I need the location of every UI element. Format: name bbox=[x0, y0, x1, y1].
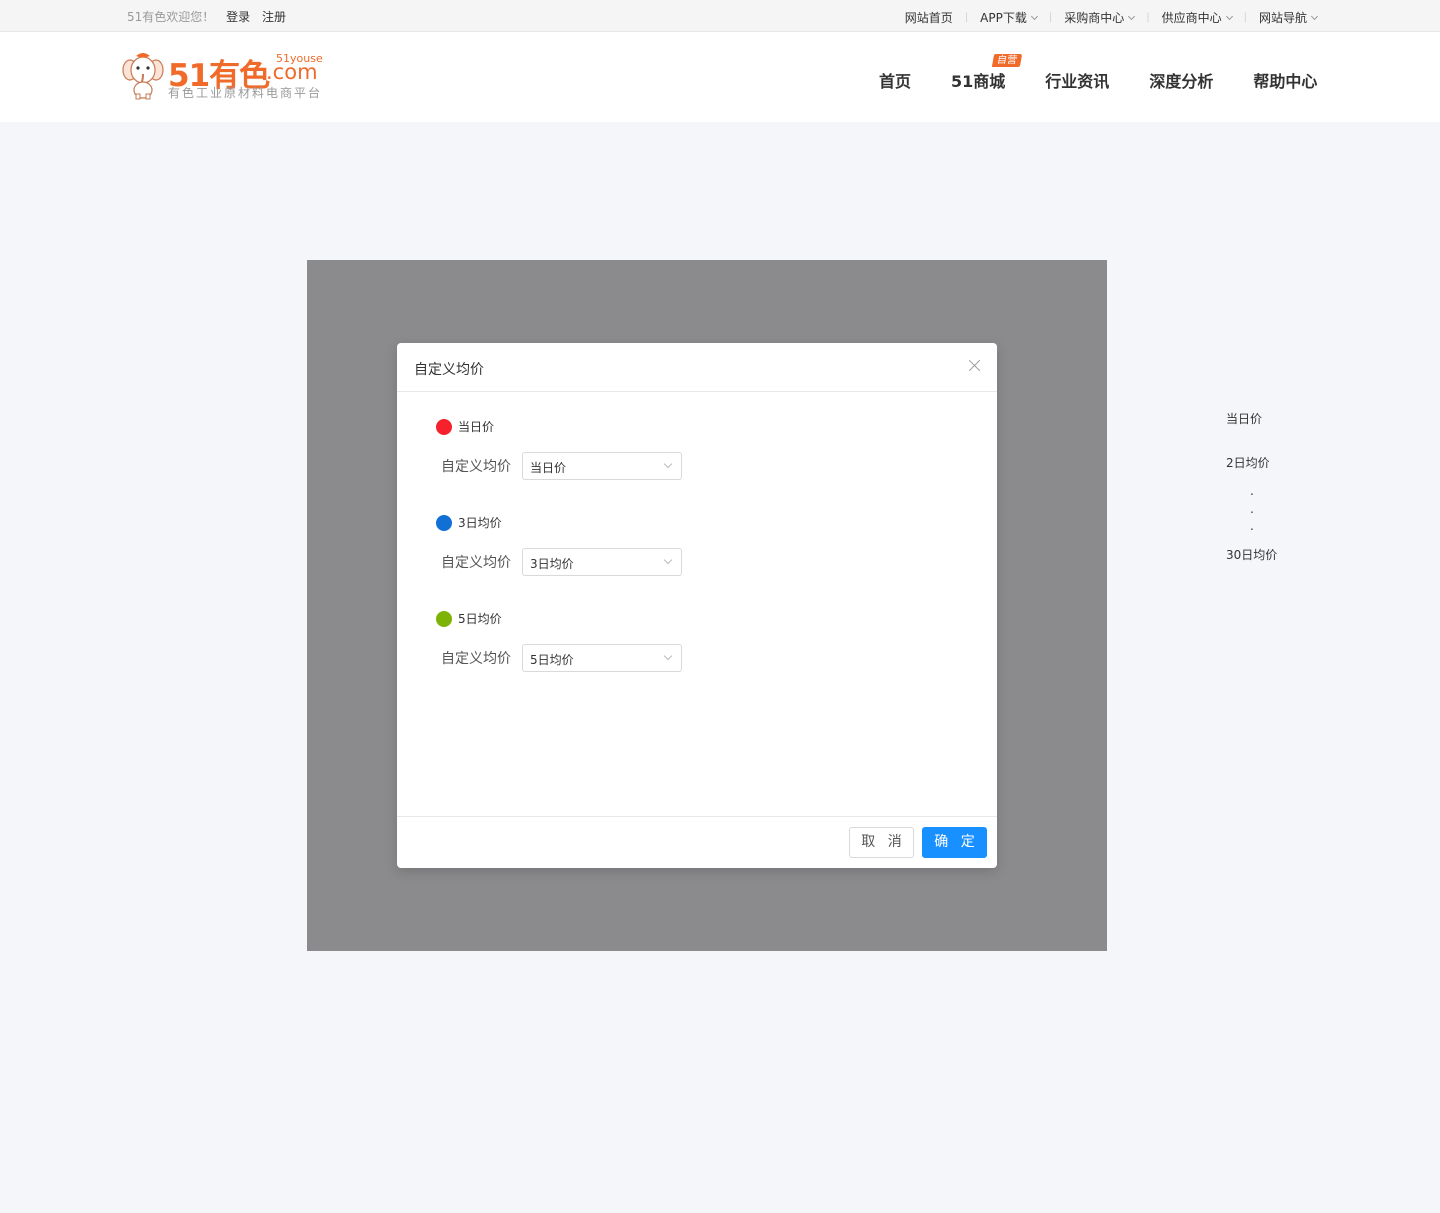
select-value: 当日价 bbox=[530, 461, 567, 475]
divider: | bbox=[964, 12, 969, 23]
site-logo[interactable]: 51有色 51youse .com 有色工业原材料电商平台 bbox=[122, 50, 332, 102]
chevron-down-icon bbox=[1225, 12, 1233, 20]
daily-price-select[interactable]: 当日价 bbox=[522, 452, 682, 480]
nav-analysis[interactable]: 深度分析 bbox=[1149, 68, 1213, 92]
confirm-button[interactable]: 确 定 bbox=[922, 827, 987, 858]
top-bar: 51有色欢迎您！ 登录 注册 网站首页 | APP下载 | 采购商中心 | 供应… bbox=[0, 0, 1440, 32]
supplier-center-link[interactable]: 供应商中心 bbox=[1162, 9, 1233, 26]
side-ellipsis-dot: . bbox=[1250, 519, 1254, 533]
chevron-down-icon bbox=[1030, 12, 1038, 20]
site-header: 51有色 51youse .com 有色工业原材料电商平台 首页 51商城 自营… bbox=[0, 32, 1440, 122]
dialog-header: 自定义均价 bbox=[397, 343, 997, 392]
chevron-down-icon bbox=[663, 555, 673, 565]
login-link[interactable]: 登录 bbox=[226, 10, 250, 24]
elephant-mascot-icon bbox=[122, 53, 164, 100]
custom-average-dialog: 自定义均价 当日价 自定义均价 当日价 3日均价 自定义均价 3日均价 5日均价… bbox=[397, 343, 997, 868]
5day-average-select[interactable]: 5日均价 bbox=[522, 644, 682, 672]
group-title-text: 5日均价 bbox=[458, 612, 502, 626]
group-title-text: 当日价 bbox=[458, 420, 495, 434]
close-icon[interactable] bbox=[969, 359, 981, 371]
side-item-2day-average: 2日均价 bbox=[1226, 456, 1270, 470]
cancel-button[interactable]: 取 消 bbox=[849, 827, 914, 858]
chevron-down-icon bbox=[663, 459, 673, 469]
nav-mall-label: 51商城 bbox=[951, 72, 1006, 91]
nav-mall[interactable]: 51商城 自营 bbox=[951, 54, 1023, 92]
green-dot-icon bbox=[436, 610, 452, 627]
logo-com-text: .com bbox=[266, 60, 318, 84]
side-ellipsis-dot: . bbox=[1250, 502, 1254, 516]
buyer-center-link[interactable]: 采购商中心 bbox=[1064, 9, 1136, 26]
dialog-title: 自定义均价 bbox=[414, 362, 484, 378]
select-value: 5日均价 bbox=[530, 653, 574, 667]
price-group-title: 3日均价 bbox=[436, 514, 502, 531]
blue-dot-icon bbox=[436, 514, 452, 531]
main-nav: 首页 51商城 自营 行业资讯 深度分析 帮助中心 bbox=[879, 54, 1317, 92]
nav-news[interactable]: 行业资讯 bbox=[1045, 68, 1109, 92]
custom-average-label: 自定义均价 bbox=[441, 651, 511, 667]
divider: | bbox=[1048, 12, 1053, 23]
select-value: 3日均价 bbox=[530, 557, 574, 571]
site-nav-link[interactable]: 网站导航 bbox=[1259, 9, 1319, 26]
side-item-30day-average: 30日均价 bbox=[1226, 548, 1278, 562]
logo-tagline: 有色工业原材料电商平台 bbox=[168, 86, 323, 100]
welcome-text: 51有色欢迎您！ bbox=[127, 10, 215, 24]
nav-help[interactable]: 帮助中心 bbox=[1253, 68, 1317, 92]
dialog-footer: 取 消 确 定 bbox=[397, 816, 997, 868]
chevron-down-icon bbox=[663, 651, 673, 661]
chevron-down-icon bbox=[1310, 12, 1319, 20]
top-bar-links: 网站首页 | APP下载 | 采购商中心 | 供应商中心 | 网站导航 bbox=[905, 9, 1319, 26]
side-item-daily-price: 当日价 bbox=[1226, 412, 1263, 426]
divider: | bbox=[1243, 12, 1247, 23]
self-operated-badge: 自营 bbox=[991, 54, 1023, 67]
group-title-text: 3日均价 bbox=[458, 516, 502, 530]
red-dot-icon bbox=[436, 418, 452, 435]
custom-average-label: 自定义均价 bbox=[441, 555, 511, 571]
price-group-title: 当日价 bbox=[436, 418, 494, 435]
3day-average-select[interactable]: 3日均价 bbox=[522, 548, 682, 576]
custom-average-label: 自定义均价 bbox=[441, 459, 511, 475]
site-home-link[interactable]: 网站首页 bbox=[905, 9, 953, 26]
nav-home[interactable]: 首页 bbox=[879, 68, 911, 92]
divider: | bbox=[1146, 12, 1150, 23]
chevron-down-icon bbox=[1128, 12, 1136, 20]
app-download-link[interactable]: APP下载 bbox=[980, 9, 1038, 26]
side-ellipsis-dot: . bbox=[1250, 484, 1254, 498]
price-group-title: 5日均价 bbox=[436, 610, 502, 627]
register-link[interactable]: 注册 bbox=[262, 10, 286, 24]
top-bar-left: 51有色欢迎您！ 登录 注册 bbox=[127, 8, 286, 25]
